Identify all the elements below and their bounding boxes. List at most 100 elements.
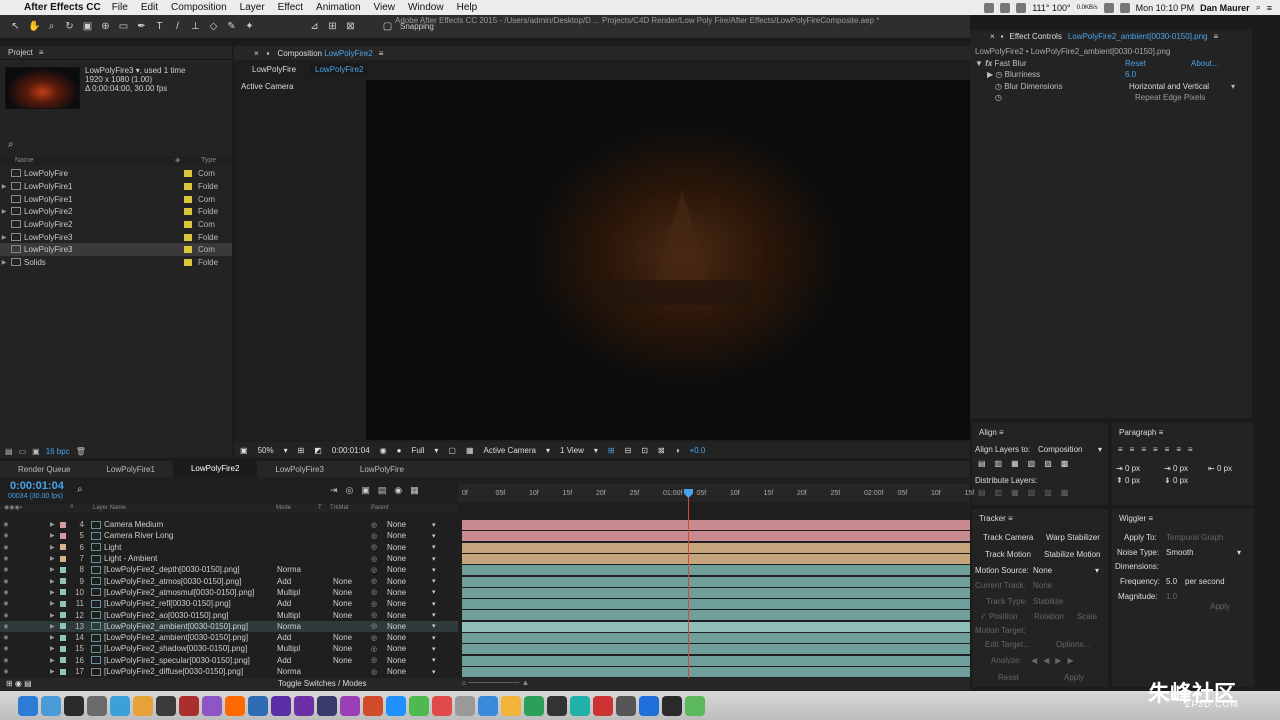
label-swatch[interactable] (184, 258, 192, 266)
blurriness-value[interactable]: 6.0 (1125, 70, 1136, 79)
label-swatch[interactable] (184, 195, 192, 203)
align-title[interactable]: Align (979, 428, 997, 437)
layer-duration-bar[interactable] (462, 553, 970, 564)
dropdown-icon[interactable]: ▾ (432, 668, 436, 676)
dropdown-icon[interactable]: ▾ (1231, 82, 1235, 91)
effect-name[interactable]: Fast Blur (995, 59, 1027, 68)
expand-triangle-icon[interactable]: ▶ (0, 208, 8, 215)
eye-icon[interactable]: ◉ (0, 578, 12, 585)
warp-stabilizer-button[interactable]: Warp Stabilizer (1046, 533, 1100, 542)
interpret-footage-icon[interactable]: ▤ (5, 447, 13, 456)
dropdown-icon[interactable]: ▾ (432, 521, 436, 529)
trkmat-select[interactable]: None (333, 644, 352, 653)
dropdown-icon[interactable]: ▾ (432, 588, 436, 596)
layer-duration-bar[interactable] (462, 565, 970, 576)
eye-icon[interactable]: ◉ (0, 657, 12, 664)
blend-mode-select[interactable]: Add (277, 656, 291, 665)
dock-app-icon[interactable] (179, 695, 199, 716)
project-search[interactable]: ⌕ (0, 137, 232, 153)
label-swatch[interactable] (60, 645, 66, 652)
pen-tool-icon[interactable]: ✒ (136, 21, 147, 32)
puppet-tool-icon[interactable]: ✦ (244, 21, 255, 32)
layer-name[interactable]: [LowPolyFire2_ambient[0030-0150].png] (104, 622, 248, 631)
zoom-tool-icon[interactable]: ⌕ (46, 21, 57, 32)
expand-triangle-icon[interactable]: ▶ (50, 566, 55, 573)
dock-app-icon[interactable] (87, 695, 107, 716)
layer-name[interactable]: [LowPolyFire2_atmosmul[0030-0150].png] (104, 588, 254, 597)
trkmat-header[interactable]: TrkMat (330, 505, 348, 511)
layer-name[interactable]: [LowPolyFire2_shadow[0030-0150].png] (104, 644, 247, 653)
layer-duration-bar[interactable] (462, 531, 970, 542)
panel-menu-icon[interactable]: ≡ (1148, 514, 1153, 523)
noise-type-select[interactable]: Smooth (1166, 548, 1194, 557)
parent-select[interactable]: None (387, 588, 406, 597)
dock-app-icon[interactable] (386, 695, 406, 716)
stopwatch-icon[interactable]: ◷ (995, 82, 1002, 91)
apply-button[interactable]: Apply (1064, 673, 1084, 682)
layer-row[interactable]: ◉ ▶ 4 Camera Medium ◎ None ▾ (0, 519, 458, 530)
blend-mode-select[interactable]: Add (277, 577, 291, 586)
layer-duration-bar[interactable] (462, 576, 970, 587)
brush-tool-icon[interactable]: / (172, 21, 183, 32)
expand-triangle-icon[interactable]: ▶ (0, 259, 8, 266)
dropdown-icon[interactable]: ▾ (432, 656, 436, 664)
frequency-value[interactable]: 5.0 (1166, 577, 1177, 586)
parent-pickwhip-icon[interactable]: ◎ (371, 577, 377, 585)
av-features-icons[interactable]: ◉◉◉▪ (4, 504, 22, 511)
hand-tool-icon[interactable]: ✋ (28, 21, 40, 32)
layer-duration-bar[interactable] (462, 655, 970, 666)
parent-select[interactable]: None (387, 622, 406, 631)
dock-app-icon[interactable] (271, 695, 291, 716)
distribute-buttons[interactable]: ▤▥▦▧▨▩ (978, 488, 1077, 497)
dock-app-icon[interactable] (547, 695, 567, 716)
temperature-readout[interactable]: 111° 100° (1032, 3, 1070, 13)
parent-select[interactable]: None (387, 633, 406, 642)
roto-brush-tool-icon[interactable]: ✎ (226, 21, 237, 32)
layer-name[interactable]: Camera River Long (104, 531, 173, 540)
menu-edit[interactable]: Edit (141, 2, 158, 13)
align-buttons[interactable]: ▤▥▦▧▨▩ (978, 459, 1077, 468)
blend-mode-select[interactable]: Multipl (277, 588, 300, 597)
search-icon[interactable]: ⌕ (1256, 2, 1261, 13)
layer-row[interactable]: ◉ ▶ 16 [LowPolyFire2_specular[0030-0150].pn… (0, 655, 458, 666)
layer-duration-bar[interactable] (462, 520, 970, 530)
reset-exposure-icon[interactable]: ◑ (675, 446, 680, 455)
eraser-tool-icon[interactable]: ◇ (208, 21, 219, 32)
layer-name[interactable]: [LowPolyFire2_atmos[0030-0150].png] (104, 577, 241, 586)
motion-source-select[interactable]: None (1033, 566, 1052, 575)
track-camera-button[interactable]: Track Camera (983, 533, 1033, 542)
panel-menu-icon[interactable]: ≡ (1159, 428, 1164, 437)
dock-app-icon[interactable] (593, 695, 613, 716)
fx-icon[interactable]: fx (985, 59, 992, 68)
reset-button[interactable]: Reset (998, 673, 1019, 682)
eye-icon[interactable]: ◉ (0, 555, 12, 562)
eye-icon[interactable]: ◉ (0, 544, 12, 551)
label-swatch[interactable] (184, 233, 192, 241)
layer-row[interactable]: ◉ ▶ 12 [LowPolyFire2_ao[0030-0150].png] Mult… (0, 609, 458, 620)
expand-triangle-icon[interactable]: ▶ (50, 657, 55, 664)
dropdown-icon[interactable]: ▾ (546, 446, 550, 455)
close-icon[interactable]: × (990, 32, 995, 41)
parent-pickwhip-icon[interactable]: ◎ (371, 555, 377, 563)
layer-name[interactable]: [LowPolyFire2_depth[0030-0150].png] (104, 565, 240, 574)
dropdown-icon[interactable]: ▾ (432, 532, 436, 540)
layer-duration-bar[interactable] (462, 542, 970, 553)
parent-select[interactable]: None (387, 520, 406, 529)
name-column-header[interactable]: Name (15, 157, 34, 164)
parent-select[interactable]: None (387, 656, 406, 665)
mask-visibility-icon[interactable]: ◩ (314, 446, 322, 455)
effect-controls-layer[interactable]: LowPolyFire2_ambient[0030-0150].png (1068, 32, 1208, 41)
expand-triangle-icon[interactable]: ▶ (0, 183, 8, 190)
dock-app-icon[interactable] (41, 695, 61, 716)
parent-pickwhip-icon[interactable]: ◎ (371, 588, 377, 596)
expand-triangle-icon[interactable]: ▶ (50, 645, 55, 652)
rotation-checkbox[interactable]: Rotation (1034, 612, 1064, 621)
scale-checkbox[interactable]: Scale (1077, 612, 1097, 621)
blur-dimensions-select[interactable]: Horizontal and Vertical (1129, 82, 1209, 91)
magnitude-value[interactable]: 1.0 (1166, 592, 1177, 601)
layer-name[interactable]: [LowPolyFire2_specular[0030-0150].png] (104, 656, 250, 665)
composition-viewer[interactable] (366, 80, 970, 440)
options-button[interactable]: Options... (1056, 640, 1090, 649)
dock-app-icon[interactable] (294, 695, 314, 716)
exposure-value[interactable]: +0.0 (690, 446, 706, 455)
